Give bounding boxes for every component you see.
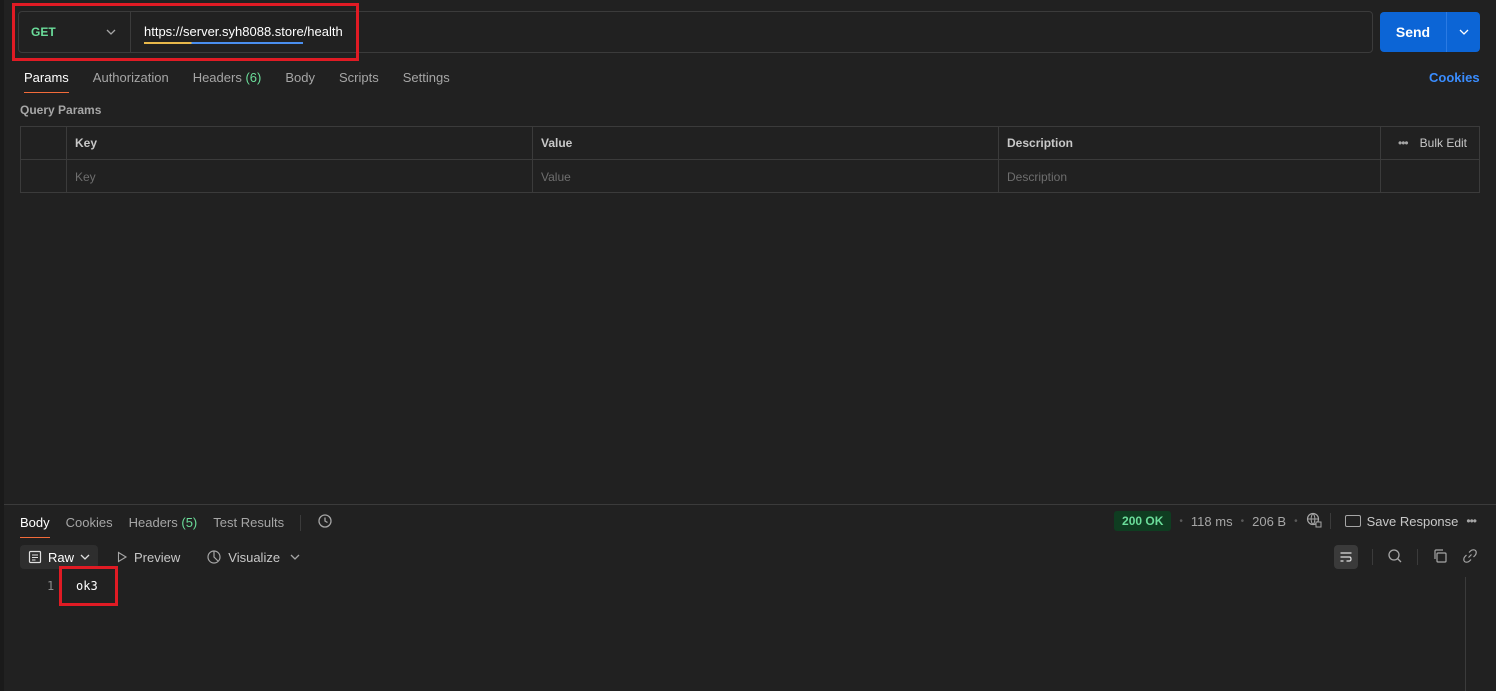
table-row: Key Value Description [21,160,1479,193]
visualize-button[interactable]: Visualize [198,549,308,565]
format-label: Raw [48,549,75,565]
preview-label: Preview [134,549,181,565]
column-header-description: Description [999,127,1381,159]
visualize-icon [207,550,221,564]
send-button-group: Send [1380,12,1480,52]
copy-icon[interactable] [1432,548,1448,567]
response-tab-headers[interactable]: Headers (5) [129,515,198,538]
value-input[interactable]: Value [533,160,999,193]
tab-settings[interactable]: Settings [403,70,450,93]
bulk-edit-button[interactable]: Bulk Edit [1420,136,1467,150]
save-icon [1344,515,1361,527]
highlight-box-response [59,566,118,606]
save-response-button[interactable]: Save Response [1344,513,1459,529]
toolbar-separator [1417,549,1418,565]
cookies-link[interactable]: Cookies [1429,70,1480,85]
column-header-value: Value [533,127,999,159]
column-header-key: Key [67,127,533,159]
highlight-box-url [12,3,359,61]
table-header-row: Key Value Description ••• Bulk Edit [21,127,1479,160]
headers-count: (6) [245,70,262,85]
response-status-bar: 200 OK • 118 ms • 206 B • Save Response … [1114,510,1477,532]
chevron-down-icon[interactable] [286,551,300,563]
bullet-separator: • [1294,515,1298,527]
table-actions: ••• Bulk Edit [1381,127,1479,159]
visualize-label: Visualize [228,549,281,565]
more-options-icon[interactable]: ••• [1466,514,1477,528]
document-icon [28,550,42,564]
response-time[interactable]: 118 ms [1191,514,1233,529]
bullet-separator: • [1240,515,1245,527]
bullet-separator: • [1179,515,1183,527]
search-icon[interactable] [1387,548,1403,567]
line-number: 1 [47,579,55,593]
chevron-down-icon [80,554,90,560]
request-tabs: Params Authorization Headers (6) Body Sc… [24,70,450,93]
tab-scripts[interactable]: Scripts [339,70,379,93]
history-icon[interactable] [317,513,333,532]
link-icon[interactable] [1462,548,1478,567]
response-size[interactable]: 206 B [1252,514,1286,529]
left-edge [0,0,4,691]
scrollbar[interactable] [1465,577,1466,691]
more-options-icon[interactable]: ••• [1398,136,1409,150]
response-tab-cookies[interactable]: Cookies [66,515,113,538]
pane-divider[interactable] [4,504,1496,505]
response-tab-body[interactable]: Body [20,515,50,538]
description-input[interactable]: Description [999,160,1381,193]
send-dropdown-button[interactable] [1447,12,1480,52]
toolbar-separator [1329,513,1331,529]
response-tab-test-results[interactable]: Test Results [213,515,284,538]
tab-headers[interactable]: Headers (6) [193,70,262,93]
save-response-label: Save Response [1366,513,1459,529]
send-button[interactable]: Send [1380,12,1447,52]
network-icon[interactable] [1306,512,1322,531]
status-badge[interactable]: 200 OK [1114,511,1172,531]
key-input[interactable]: Key [67,160,533,193]
params-table: Key Value Description ••• Bulk Edit Key … [20,126,1480,193]
play-icon [117,551,128,563]
preview-button[interactable]: Preview [108,550,188,565]
tab-separator [300,514,302,531]
checkbox-column-header [21,127,67,159]
chevron-down-icon [1459,29,1468,35]
response-tabs: Body Cookies Headers (5) Test Results [20,513,333,540]
toolbar-separator [1372,549,1373,565]
tab-params[interactable]: Params [24,70,69,93]
row-actions-cell [1381,160,1479,193]
wrap-lines-icon[interactable] [1334,545,1358,569]
row-checkbox-cell [21,160,67,193]
tab-authorization[interactable]: Authorization [93,70,169,93]
tab-body[interactable]: Body [285,70,315,93]
response-headers-count: (5) [181,515,198,530]
response-tools-right [1334,545,1478,569]
query-params-title: Query Params [20,103,102,117]
